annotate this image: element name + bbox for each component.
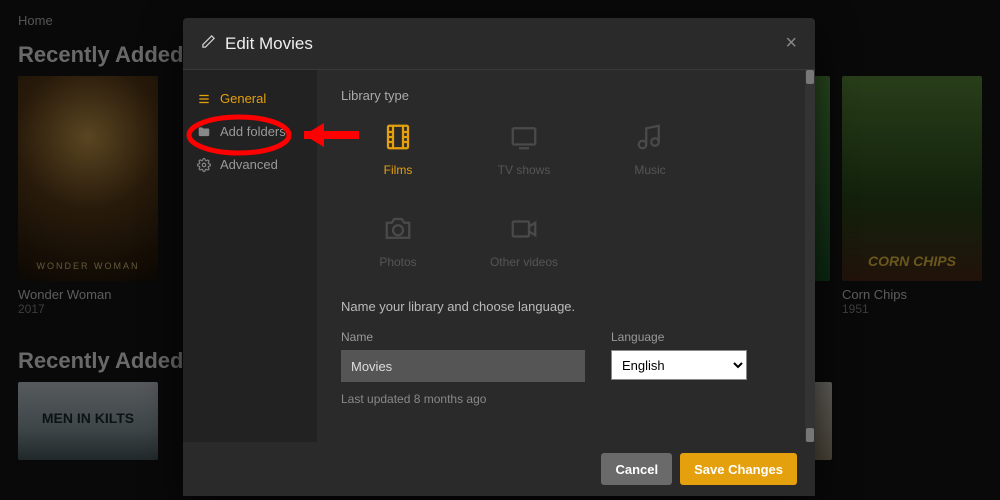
library-type-label: Library type (341, 88, 791, 103)
tv-icon (508, 121, 540, 153)
music-icon (634, 121, 666, 153)
library-type-other[interactable]: Other videos (487, 213, 561, 269)
scrollbar[interactable] (805, 70, 815, 442)
sidebar-item-advanced[interactable]: Advanced (183, 148, 317, 181)
library-type-music[interactable]: Music (613, 121, 687, 177)
library-type-label: Films (384, 163, 413, 177)
sidebar-item-label: Advanced (220, 157, 278, 172)
folder-icon (197, 125, 211, 139)
modal-header: Edit Movies × (183, 18, 815, 70)
camera-icon (382, 213, 414, 245)
gear-icon (197, 158, 211, 172)
cancel-button[interactable]: Cancel (601, 453, 672, 485)
save-button[interactable]: Save Changes (680, 453, 797, 485)
sidebar-item-general[interactable]: General (183, 82, 317, 115)
close-button[interactable]: × (785, 32, 797, 55)
modal-footer: Cancel Save Changes (183, 442, 815, 496)
video-icon (508, 213, 540, 245)
helper-text: Name your library and choose language. (341, 299, 791, 314)
modal-pane: Library type Films TV shows (317, 70, 815, 442)
close-icon: × (785, 32, 797, 54)
name-field-label: Name (341, 330, 585, 344)
name-input[interactable] (341, 350, 585, 382)
language-select[interactable]: English (611, 350, 747, 380)
library-type-label: Other videos (490, 255, 558, 269)
library-type-label: Photos (379, 255, 416, 269)
library-type-films[interactable]: Films (361, 121, 435, 177)
library-type-label: Music (634, 163, 665, 177)
language-field-label: Language (611, 330, 747, 344)
film-icon (382, 121, 414, 153)
sidebar-item-add-folders[interactable]: Add folders (183, 115, 317, 148)
sidebar-item-label: General (220, 91, 266, 106)
modal-title: Edit Movies (225, 34, 313, 54)
pencil-icon (201, 34, 216, 54)
last-updated: Last updated 8 months ago (341, 392, 791, 406)
library-types: Films TV shows Music (361, 121, 791, 269)
list-icon (197, 92, 211, 106)
library-type-label: TV shows (498, 163, 551, 177)
edit-library-modal: Edit Movies × General Add folders (183, 18, 815, 496)
sidebar-item-label: Add folders (220, 124, 286, 139)
library-type-photos[interactable]: Photos (361, 213, 435, 269)
modal-sidebar: General Add folders Advanced (183, 70, 317, 442)
library-type-tv[interactable]: TV shows (487, 121, 561, 177)
